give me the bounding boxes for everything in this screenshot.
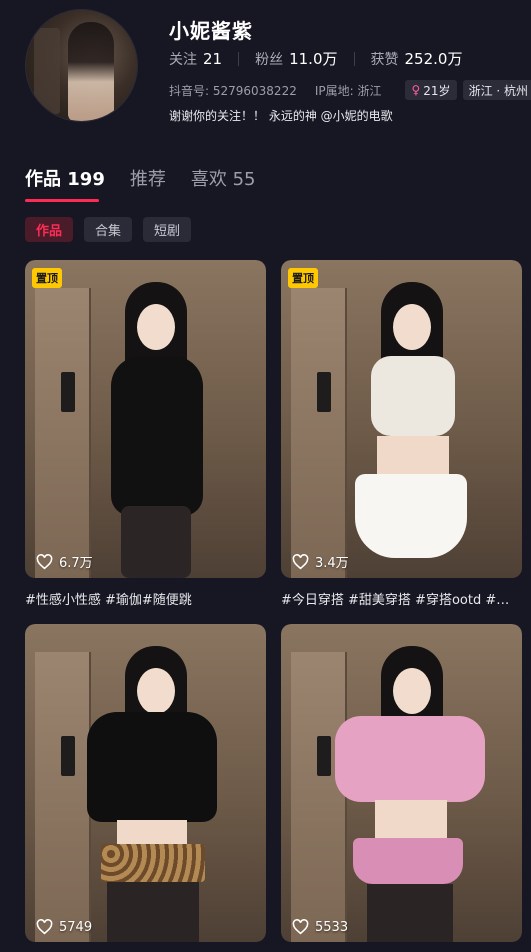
stat-divider bbox=[238, 51, 240, 66]
pinned-badge: 置顶 bbox=[32, 268, 62, 288]
female-icon: ♀ bbox=[411, 83, 421, 97]
like-count-text: 5749 bbox=[59, 919, 93, 935]
figure-waist bbox=[375, 800, 447, 840]
like-count: 3.4万 bbox=[292, 552, 349, 571]
profile-nickname: 小妮酱紫 bbox=[169, 19, 253, 43]
figure-skirt bbox=[355, 474, 467, 558]
age-text: 21岁 bbox=[423, 83, 451, 98]
video-thumbnail[interactable]: 5749 bbox=[25, 624, 266, 942]
fans-count: 11.0万 bbox=[289, 50, 338, 68]
figure-face bbox=[137, 304, 175, 350]
like-count: 5749 bbox=[36, 919, 92, 935]
fans-stat[interactable]: 粉丝 11.0万 bbox=[255, 48, 337, 69]
figure-top bbox=[335, 716, 485, 802]
avatar-background bbox=[34, 28, 60, 114]
door-background bbox=[35, 288, 91, 578]
heart-icon bbox=[36, 919, 53, 935]
follow-count: 21 bbox=[203, 49, 223, 68]
figure-legs bbox=[121, 506, 191, 578]
figure-legs bbox=[107, 882, 199, 942]
figure-outfit bbox=[111, 356, 203, 516]
heart-icon bbox=[292, 553, 309, 569]
video-thumbnail[interactable]: 置顶 3.4万 bbox=[281, 260, 522, 578]
figure-skirt bbox=[101, 844, 205, 882]
door-lock bbox=[61, 372, 75, 412]
age-tag: ♀ 21岁 bbox=[405, 80, 457, 100]
likes-count: 252.0万 bbox=[404, 50, 463, 68]
door-background bbox=[291, 652, 347, 942]
video-caption[interactable]: #性感小性感 #瑜伽#随便跳 bbox=[25, 589, 266, 608]
pinned-badge: 置顶 bbox=[288, 268, 318, 288]
figure-top bbox=[87, 712, 217, 822]
region-tag: 浙江 · 杭州 bbox=[462, 80, 531, 100]
filter-bar: 作品 合集 短剧 bbox=[25, 217, 202, 242]
profile-bio: 谢谢你的关注！！ 永远的神 @小妮的电歌 bbox=[169, 109, 393, 123]
video-card[interactable]: 置顶 3.4万 #今日穿搭 #甜美穿搭 #穿搭ootd #… bbox=[281, 260, 522, 608]
like-count: 6.7万 bbox=[36, 552, 93, 571]
region-text: 浙江 · 杭州 bbox=[468, 83, 529, 98]
figure-waist bbox=[377, 436, 449, 476]
profile-page: 小妮酱紫 关注 21 粉丝 11.0万 获赞 252.0万 抖音号: 52796… bbox=[0, 0, 531, 952]
figure-waist bbox=[117, 820, 187, 846]
door-lock bbox=[317, 372, 331, 412]
tab-recommend[interactable]: 推荐 bbox=[130, 165, 166, 191]
figure-top bbox=[371, 356, 455, 436]
like-count-text: 6.7万 bbox=[59, 556, 93, 571]
fans-label: 粉丝 bbox=[255, 51, 284, 68]
avatar-figure bbox=[68, 22, 114, 121]
video-thumbnail[interactable]: 5533 bbox=[281, 624, 522, 942]
like-count-text: 5533 bbox=[315, 919, 349, 935]
figure-face bbox=[393, 668, 431, 714]
like-count-text: 3.4万 bbox=[315, 556, 349, 571]
follow-label: 关注 bbox=[169, 51, 197, 68]
douyin-id: 抖音号: 52796038222 bbox=[169, 83, 297, 98]
video-card[interactable]: 置顶 6.7万 #性感小性感 #瑜伽#随便跳 bbox=[25, 260, 266, 608]
tab-works[interactable]: 作品 199 bbox=[25, 165, 105, 191]
figure-face bbox=[393, 304, 431, 350]
active-tab-indicator bbox=[25, 199, 99, 202]
video-card[interactable]: 5749 bbox=[25, 624, 266, 942]
follow-stat[interactable]: 关注 21 bbox=[169, 49, 222, 69]
likes-stat[interactable]: 获赞 252.0万 bbox=[371, 48, 463, 69]
video-thumbnail[interactable]: 置顶 6.7万 bbox=[25, 260, 266, 578]
like-count: 5533 bbox=[292, 919, 348, 935]
filter-works[interactable]: 作品 bbox=[25, 217, 74, 242]
stat-divider bbox=[353, 51, 355, 66]
video-caption[interactable]: #今日穿搭 #甜美穿搭 #穿搭ootd #… bbox=[281, 589, 522, 608]
door-background bbox=[35, 652, 91, 942]
figure-face bbox=[137, 668, 175, 714]
likes-label: 获赞 bbox=[370, 51, 399, 68]
door-lock bbox=[317, 736, 331, 776]
door-lock bbox=[61, 736, 75, 776]
door-background bbox=[291, 288, 347, 578]
profile-meta: 抖音号: 52796038222 IP属地: 浙江 ♀ 21岁 浙江 · 杭州 bbox=[169, 80, 531, 100]
profile-stats: 关注 21 粉丝 11.0万 获赞 252.0万 bbox=[169, 48, 462, 69]
tab-likes[interactable]: 喜欢 55 bbox=[191, 165, 256, 191]
filter-collections[interactable]: 合集 bbox=[84, 217, 133, 242]
video-card[interactable]: 5533 bbox=[281, 624, 522, 942]
avatar[interactable] bbox=[25, 9, 138, 122]
heart-icon bbox=[292, 919, 309, 935]
content-tabs: 作品 199 推荐 喜欢 55 bbox=[25, 165, 280, 191]
figure-skirt bbox=[353, 838, 463, 884]
figure-legs bbox=[367, 884, 453, 942]
filter-short-dramas[interactable]: 短剧 bbox=[143, 217, 192, 242]
heart-icon bbox=[36, 553, 53, 569]
ip-location: IP属地: 浙江 bbox=[314, 83, 382, 98]
